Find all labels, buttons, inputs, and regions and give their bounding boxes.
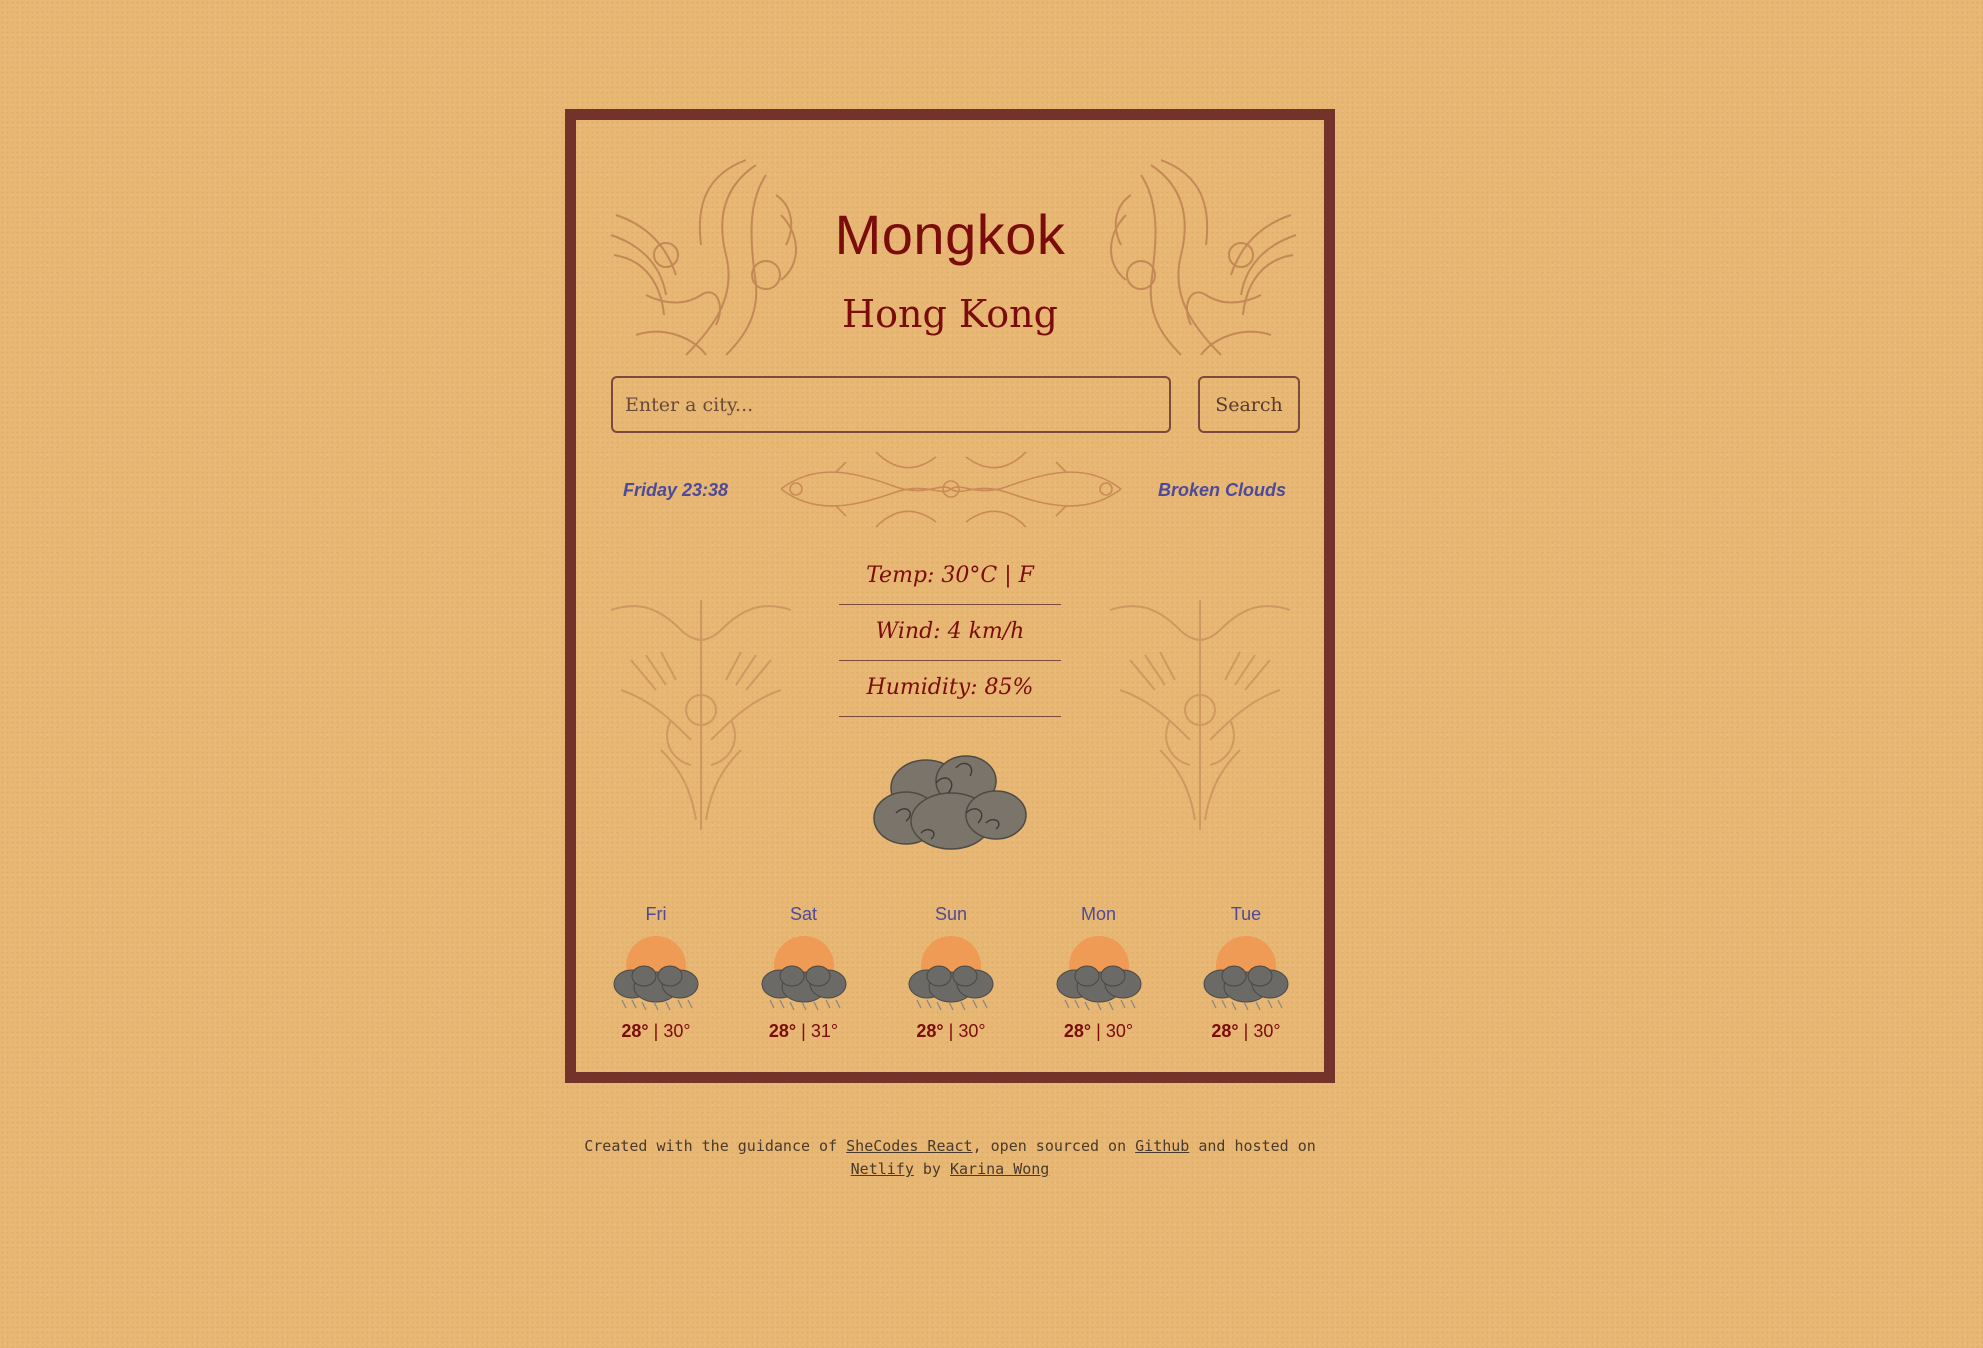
forecast-day: Mon 28° | 30° xyxy=(1039,904,1159,1042)
forecast-temps: 28° | 30° xyxy=(891,1021,1011,1042)
dragon-ornament-icon xyxy=(1109,600,1291,830)
forecast-day: Fri 28° | 30° xyxy=(596,904,716,1042)
forecast-day: Sat 28° | 31° xyxy=(744,904,864,1042)
forecast-min-temp: 30° xyxy=(1105,1021,1134,1041)
forecast-max-temp: 28° xyxy=(916,1021,944,1041)
sun-clouds-icon xyxy=(1056,936,1141,1011)
forecast-day-name: Sun xyxy=(934,904,968,924)
current-stats: Temp: 30°C | F Wind: 4 km/h Humidity: 85… xyxy=(839,550,1061,717)
footer-text: and hosted on xyxy=(1189,1137,1316,1155)
broken-clouds-icon xyxy=(873,755,1027,850)
sun-clouds-icon xyxy=(613,936,699,1011)
forecast-row: Fri 28° | 30° Sat 28° | 31° Sun 28° | 30… xyxy=(596,904,1306,1042)
forecast-temp-separator: | xyxy=(948,1021,954,1041)
sun-clouds-icon xyxy=(1203,936,1289,1011)
forecast-temps: 28° | 31° xyxy=(744,1021,864,1042)
horizontal-ornament-icon xyxy=(780,451,1122,528)
country-name: Hong Kong xyxy=(842,292,1058,336)
forecast-temp-separator: | xyxy=(653,1021,659,1041)
forecast-max-temp: 28° xyxy=(621,1021,649,1041)
shecodes-link[interactable]: SheCodes React xyxy=(846,1137,972,1155)
weather-card: Mongkok Hong Kong Search Friday 23:38 Br… xyxy=(565,109,1335,1083)
footer-text: , open sourced on xyxy=(972,1137,1136,1155)
github-link[interactable]: Github xyxy=(1135,1137,1189,1155)
forecast-min-temp: 30° xyxy=(958,1021,986,1041)
forecast-temp-separator: | xyxy=(1243,1021,1249,1041)
current-datetime: Friday 23:38 xyxy=(623,480,729,500)
forecast-max-temp: 28° xyxy=(1211,1021,1239,1041)
forecast-temp-separator: | xyxy=(801,1021,806,1041)
sun-clouds-icon xyxy=(761,936,846,1011)
dragon-ornament-icon xyxy=(610,600,792,830)
forecast-temps: 28° | 30° xyxy=(1039,1021,1159,1042)
forecast-min-temp: 30° xyxy=(1253,1021,1281,1041)
humidity-readout: Humidity: 85% xyxy=(839,662,1061,717)
footer-text: by xyxy=(913,1160,950,1178)
city-search-input[interactable] xyxy=(611,376,1171,433)
temperature-readout: Temp: 30°C | F xyxy=(839,550,1061,605)
forecast-temps: 28° | 30° xyxy=(1186,1021,1306,1042)
footer-credits: Created with the guidance of SheCodes Re… xyxy=(565,1135,1335,1181)
forecast-day-name: Mon xyxy=(1080,904,1116,924)
forecast-max-temp: 28° xyxy=(1063,1021,1092,1041)
forecast-day-name: Tue xyxy=(1230,904,1262,924)
forecast-temp-separator: | xyxy=(1096,1021,1101,1041)
weather-description: Broken Clouds xyxy=(1157,480,1286,500)
forecast-day: Tue 28° | 30° xyxy=(1186,904,1306,1042)
wind-readout: Wind: 4 km/h xyxy=(839,606,1061,661)
forecast-day-name: Sat xyxy=(789,904,818,924)
netlify-link[interactable]: Netlify xyxy=(851,1160,914,1178)
forecast-min-temp: 30° xyxy=(663,1021,691,1041)
search-button[interactable]: Search xyxy=(1198,376,1300,433)
author-link[interactable]: Karina Wong xyxy=(950,1160,1049,1178)
forecast-max-temp: 28° xyxy=(768,1021,797,1041)
forecast-temps: 28° | 30° xyxy=(596,1021,716,1042)
forecast-day: Sun 28° | 30° xyxy=(891,904,1011,1042)
sun-clouds-icon xyxy=(908,936,994,1011)
forecast-day-name: Fri xyxy=(645,904,667,924)
forecast-min-temp: 31° xyxy=(810,1021,839,1041)
footer-text: Created with the guidance of xyxy=(584,1137,847,1155)
city-name: Mongkok xyxy=(834,203,1066,266)
